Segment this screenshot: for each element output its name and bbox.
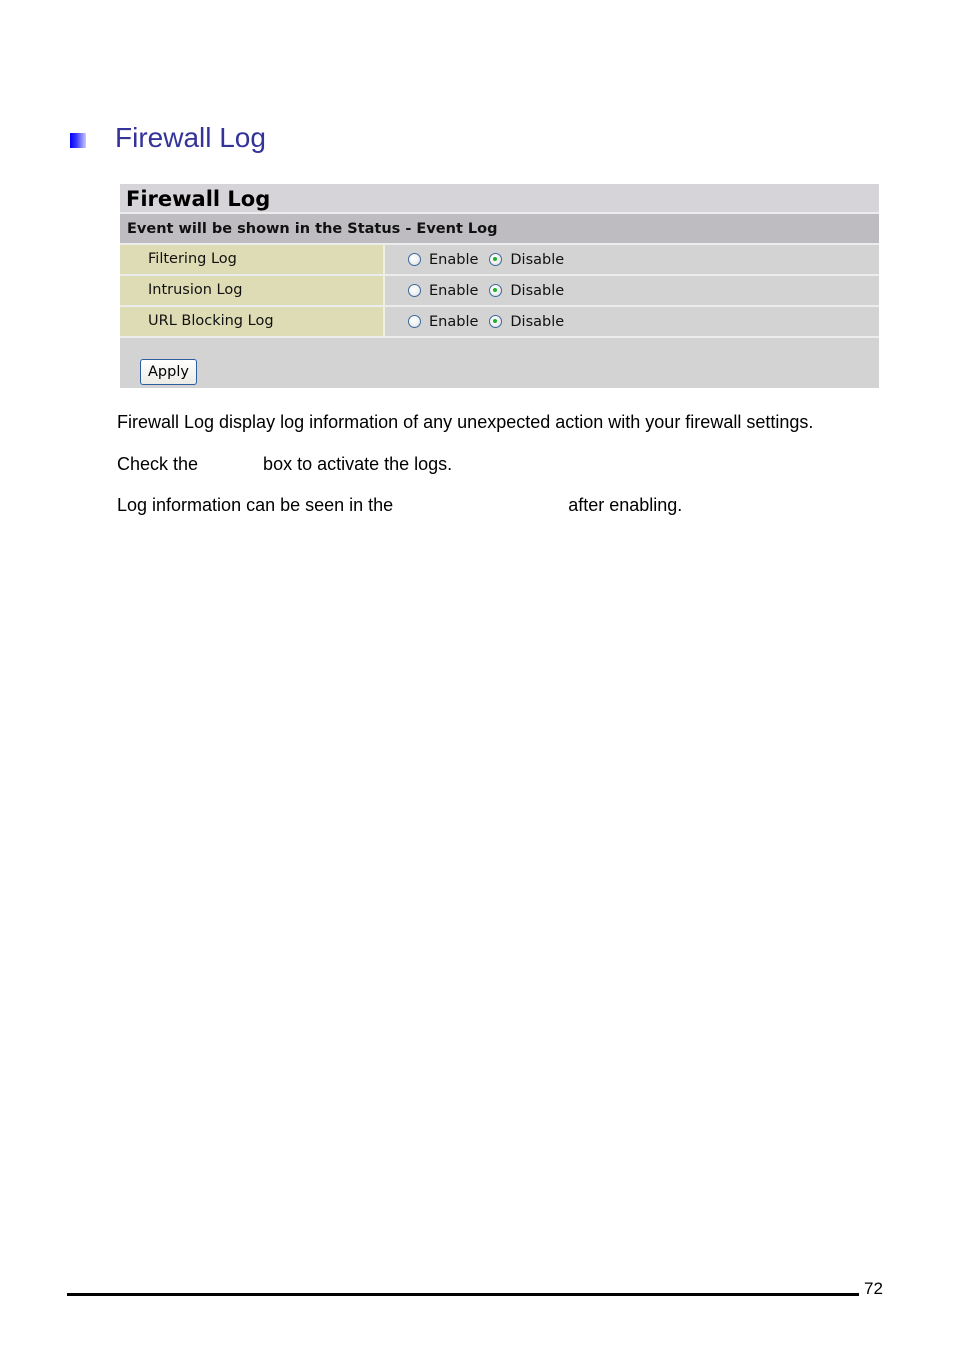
panel-title: Firewall Log [120, 184, 879, 214]
filtering-enable-radio[interactable] [408, 253, 421, 266]
url-blocking-enable-radio[interactable] [408, 315, 421, 328]
url-blocking-disable-option[interactable]: Disable [489, 314, 564, 330]
intrusion-disable-radio[interactable] [489, 284, 503, 297]
row-label: Intrusion Log [120, 276, 385, 305]
intrusion-enable-option[interactable]: Enable [408, 283, 478, 299]
instruction-paragraph: Check the box to activate the logs. [117, 454, 453, 474]
apply-button[interactable]: Apply [140, 359, 197, 385]
row-label: Filtering Log [120, 245, 385, 274]
apply-area: Apply [120, 338, 879, 388]
row-options: Enable Disable [385, 307, 879, 336]
log-row-filtering: Filtering Log Enable Disable [120, 245, 879, 276]
row-label: URL Blocking Log [120, 307, 385, 336]
section-bullet-icon [70, 133, 86, 148]
firewall-log-panel: Firewall Log Event will be shown in the … [120, 184, 879, 388]
filtering-disable-option[interactable]: Disable [489, 252, 564, 268]
log-row-intrusion: Intrusion Log Enable Disable [120, 276, 879, 307]
row-options: Enable Disable [385, 276, 879, 305]
section-title: Firewall Log [115, 122, 266, 153]
url-blocking-enable-option[interactable]: Enable [408, 314, 478, 330]
info-paragraph: Log information can be seen in the after… [117, 495, 683, 515]
enable-label: Enable [429, 251, 479, 268]
panel-subtitle: Event will be shown in the Status - Even… [120, 214, 879, 245]
url-blocking-disable-radio[interactable] [489, 315, 503, 328]
enable-label: Enable [429, 282, 479, 299]
filtering-enable-option[interactable]: Enable [408, 252, 478, 268]
filtering-disable-radio[interactable] [489, 253, 503, 266]
page-number: 72 [864, 1279, 883, 1298]
log-row-url-blocking: URL Blocking Log Enable Disable [120, 307, 879, 338]
disable-label: Disable [510, 313, 565, 330]
disable-label: Disable [510, 251, 565, 268]
enable-label: Enable [429, 313, 479, 330]
description-paragraph: Firewall Log display log information of … [117, 412, 814, 432]
footer-divider [67, 1293, 859, 1296]
intrusion-disable-option[interactable]: Disable [489, 283, 564, 299]
intrusion-enable-radio[interactable] [408, 284, 421, 297]
row-options: Enable Disable [385, 245, 879, 274]
disable-label: Disable [510, 282, 565, 299]
